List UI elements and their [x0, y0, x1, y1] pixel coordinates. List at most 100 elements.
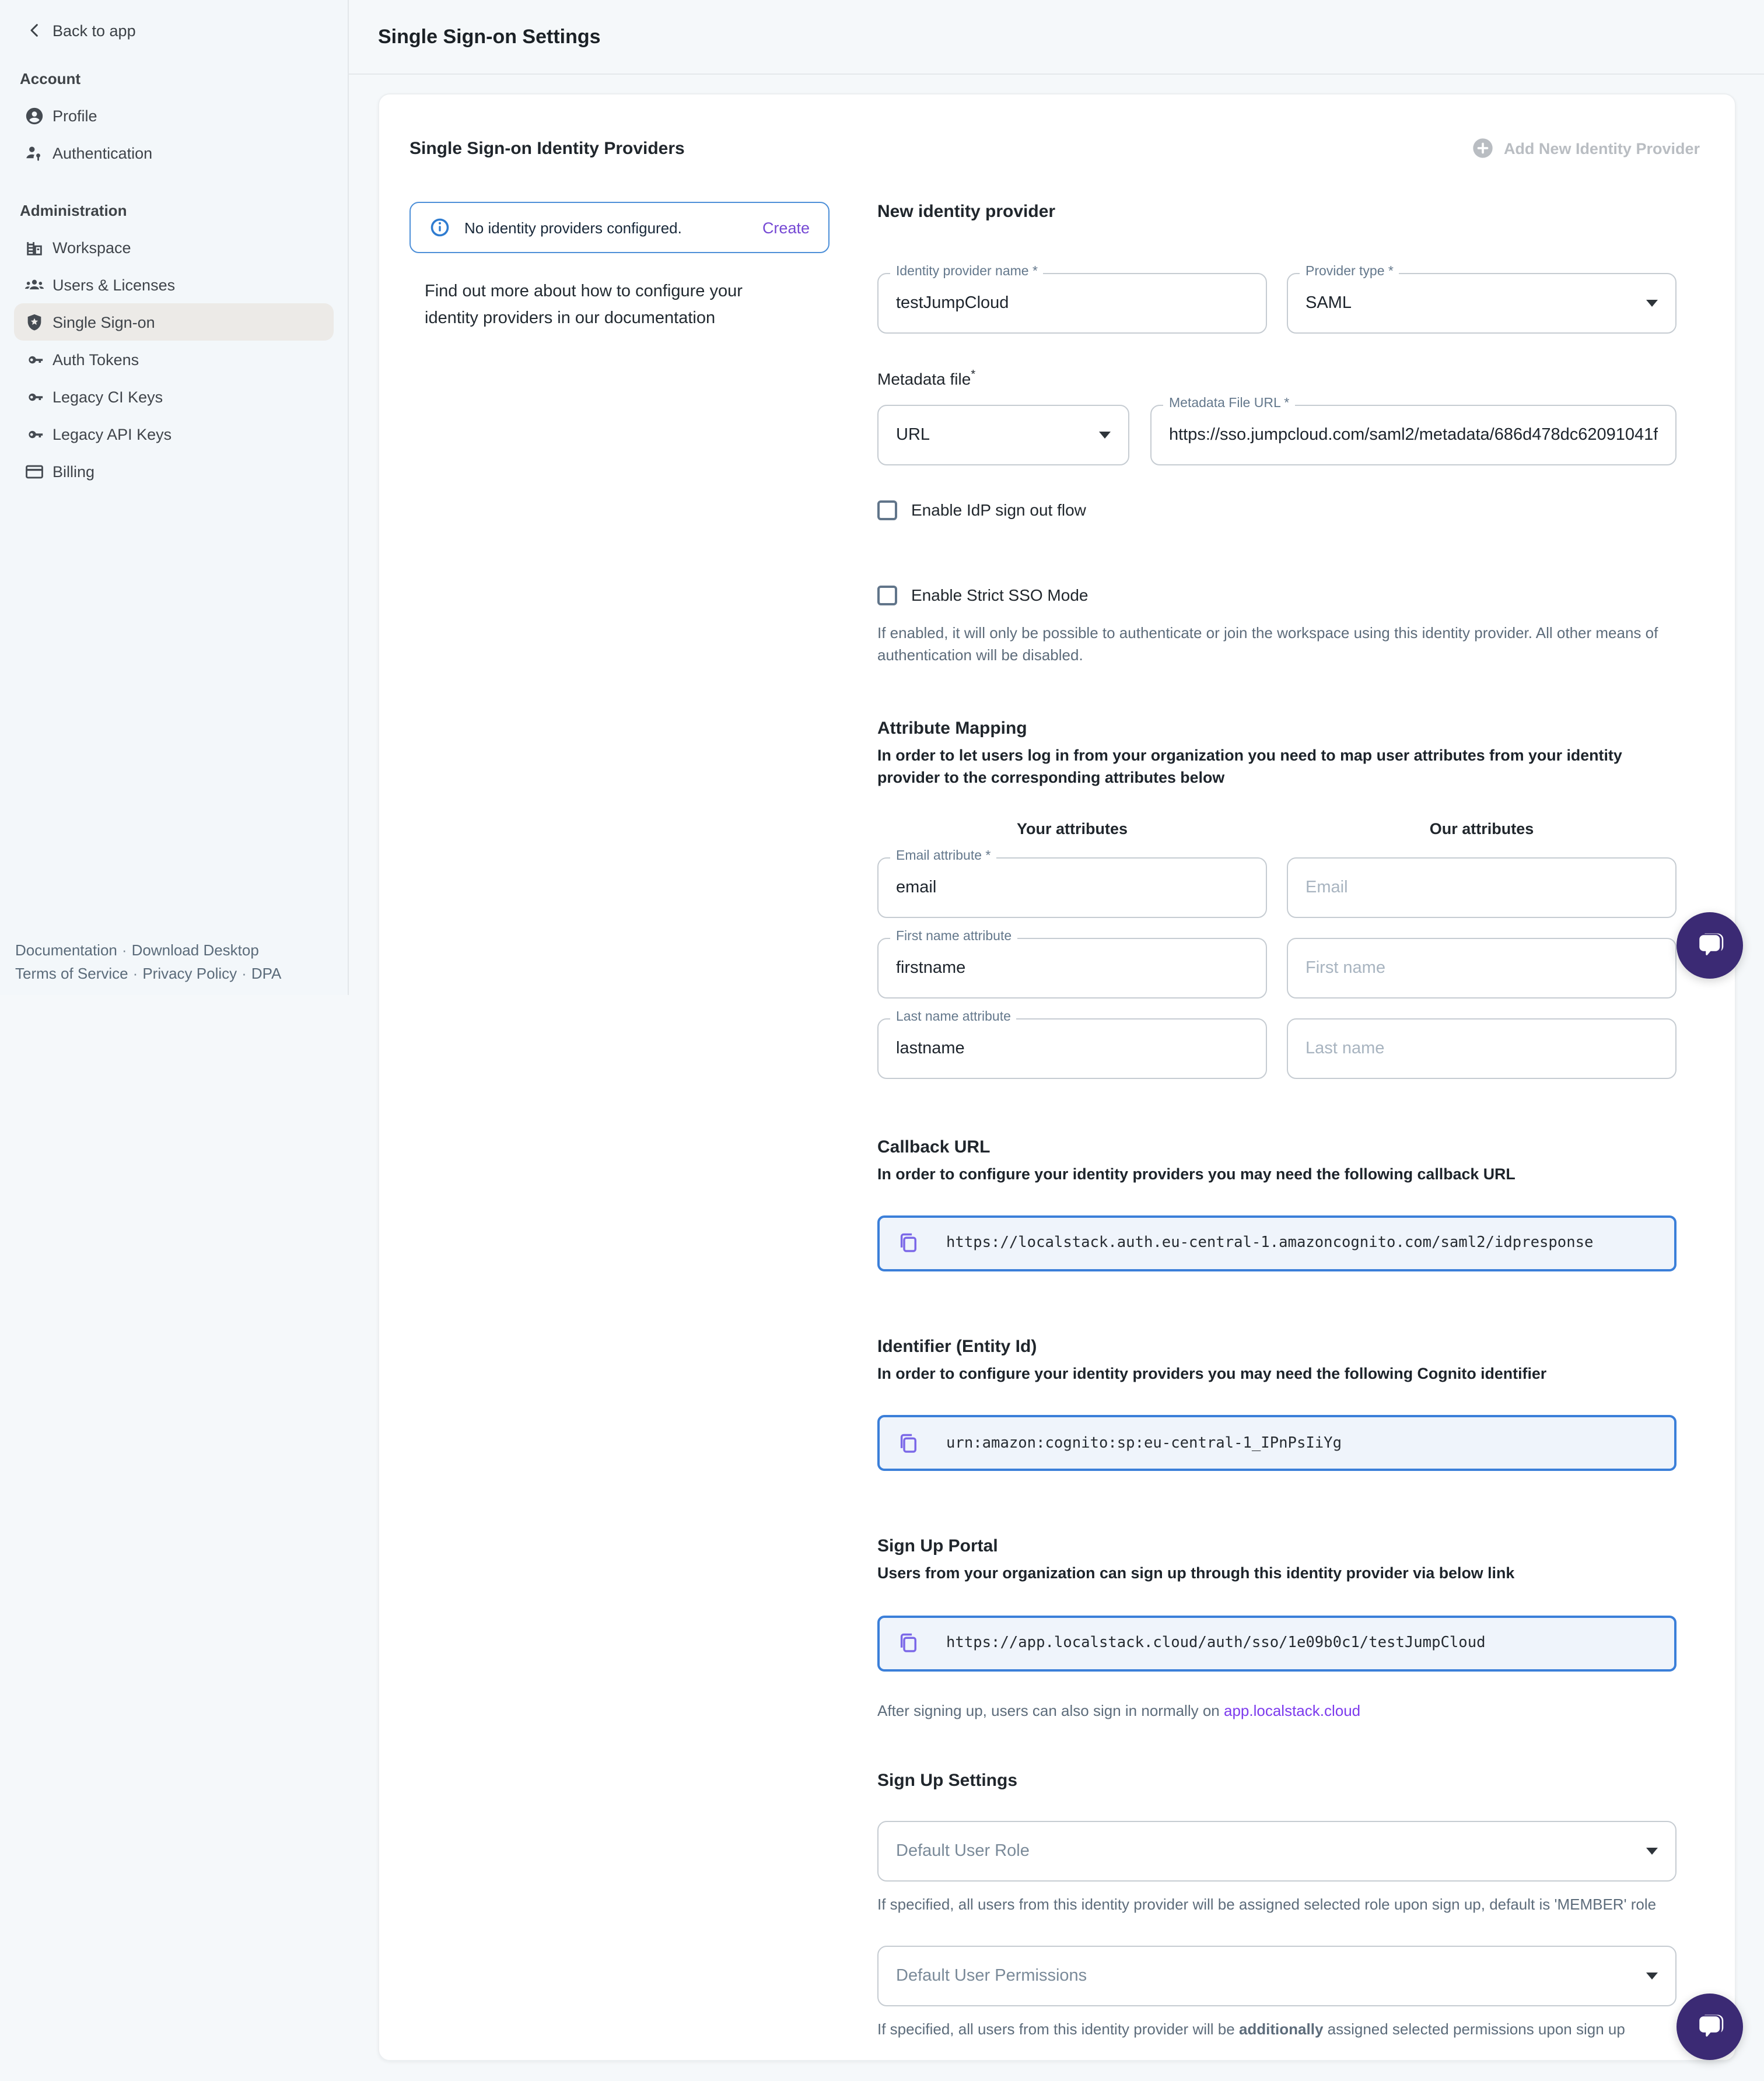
- link-dpa[interactable]: DPA: [251, 965, 282, 982]
- signup-portal-copy-box[interactable]: https://app.localstack.cloud/auth/sso/1e…: [877, 1616, 1676, 1672]
- sidebar-item-legacy-ci-keys[interactable]: Legacy CI Keys: [14, 378, 334, 415]
- back-to-app-label: Back to app: [52, 22, 136, 39]
- attribute-row-email: Email attribute *: [877, 857, 1676, 917]
- sidebar-item-label: Billing: [52, 463, 94, 480]
- link-download-desktop[interactable]: Download Desktop: [132, 941, 259, 958]
- identifier-title: Identifier (Entity Id): [877, 1337, 1676, 1357]
- sidebar-item-profile[interactable]: Profile: [14, 97, 334, 134]
- field-label: Provider type *: [1300, 265, 1399, 279]
- add-new-identity-provider-button[interactable]: Add New Identity Provider: [1471, 136, 1700, 160]
- field-label: Metadata File URL *: [1163, 396, 1295, 410]
- callback-url-title: Callback URL: [877, 1137, 1676, 1157]
- attribute-row-firstname: First name attribute: [877, 937, 1676, 998]
- callback-url-copy-box[interactable]: https://localstack.auth.eu-central-1.ama…: [877, 1215, 1676, 1271]
- our-first-name-field[interactable]: [1287, 937, 1676, 998]
- people-group-icon: [24, 275, 44, 295]
- chat-icon: [1692, 928, 1727, 963]
- link-terms[interactable]: Terms of Service: [15, 965, 128, 982]
- sidebar-item-billing[interactable]: Billing: [14, 453, 334, 490]
- topbar: Single Sign-on Settings: [349, 0, 1764, 75]
- alert-message: No identity providers configured.: [464, 219, 748, 236]
- last-name-attribute-field[interactable]: Last name attribute: [877, 1018, 1267, 1078]
- sidebar-item-workspace[interactable]: Workspace: [14, 229, 334, 266]
- sidebar-item-label: Authentication: [52, 144, 152, 162]
- main-area: Single Sign-on Settings Single Sign-on I…: [349, 0, 1764, 2061]
- our-last-name-field[interactable]: [1287, 1018, 1676, 1078]
- chevron-left-icon: [26, 21, 44, 40]
- sidebar-item-label: Workspace: [52, 239, 131, 256]
- chat-icon: [1692, 2009, 1727, 2044]
- attribute-columns-header: Your attributes Our attributes: [877, 819, 1676, 837]
- last-name-attribute-input[interactable]: [878, 1039, 1266, 1057]
- default-user-role-placeholder: Default User Role: [878, 1842, 1047, 1861]
- role-helper-text: If specified, all users from this identi…: [877, 1893, 1676, 1916]
- strict-sso-checkbox-row[interactable]: Enable Strict SSO Mode: [877, 585, 1676, 605]
- default-user-role-select[interactable]: Default User Role: [877, 1821, 1676, 1882]
- sidebar-item-auth-tokens[interactable]: Auth Tokens: [14, 341, 334, 378]
- field-label: Email attribute *: [890, 849, 996, 863]
- shield-star-icon: [24, 312, 44, 332]
- identity-provider-name-input[interactable]: [878, 294, 1266, 313]
- back-to-app-button[interactable]: Back to app: [26, 21, 348, 40]
- sidebar-item-label: Auth Tokens: [52, 351, 139, 368]
- sidebar-item-label: Legacy CI Keys: [52, 388, 163, 405]
- sso-card: Single Sign-on Identity Providers Add Ne…: [378, 93, 1736, 2061]
- sidebar-item-users-licenses[interactable]: Users & Licenses: [14, 266, 334, 303]
- first-name-attribute-input[interactable]: [878, 958, 1266, 977]
- identifier-copy-box[interactable]: urn:amazon:cognito:sp:eu-central-1_IPnPs…: [877, 1416, 1676, 1472]
- sidebar-footer: Documentation · Download Desktop Terms of …: [15, 938, 281, 986]
- chevron-down-icon: [1646, 1848, 1658, 1855]
- sidebar-section-account: Account: [20, 70, 348, 87]
- idp-signout-checkbox-row[interactable]: Enable IdP sign out flow: [877, 500, 1676, 520]
- sidebar-item-authentication[interactable]: Authentication: [14, 134, 334, 171]
- our-last-name-input[interactable]: [1288, 1039, 1675, 1057]
- our-email-field[interactable]: [1287, 857, 1676, 917]
- link-documentation[interactable]: Documentation: [15, 941, 117, 958]
- checkbox-unchecked-icon[interactable]: [877, 585, 897, 605]
- email-attribute-input[interactable]: [878, 878, 1266, 896]
- chevron-down-icon: [1646, 300, 1658, 307]
- metadata-mode-value: URL: [878, 425, 947, 444]
- left-column: No identity providers configured. Create…: [410, 202, 830, 2061]
- field-label: Identity provider name *: [890, 265, 1044, 279]
- metadata-file-url-input[interactable]: [1152, 425, 1675, 444]
- link-privacy[interactable]: Privacy Policy: [142, 965, 237, 982]
- sidebar-item-single-sign-on[interactable]: Single Sign-on: [14, 303, 334, 341]
- chat-widget-button[interactable]: [1676, 912, 1743, 979]
- sidebar-item-label: Profile: [52, 107, 97, 124]
- content: Single Sign-on Identity Providers Add Ne…: [349, 75, 1764, 2061]
- app-localstack-cloud-link[interactable]: app.localstack.cloud: [1224, 1702, 1360, 1719]
- our-first-name-input[interactable]: [1288, 958, 1675, 977]
- credit-card-icon: [24, 461, 44, 481]
- chat-widget-button[interactable]: [1676, 1994, 1743, 2060]
- card-body: No identity providers configured. Create…: [410, 202, 1704, 2061]
- our-attributes-header: Our attributes: [1287, 819, 1676, 837]
- metadata-file-url-field[interactable]: Metadata File URL *: [1150, 404, 1676, 465]
- identity-provider-name-field[interactable]: Identity provider name *: [877, 273, 1267, 334]
- form-heading: New identity provider: [877, 202, 1676, 222]
- signup-portal-description: Users from your organization can sign up…: [877, 1562, 1676, 1585]
- create-button[interactable]: Create: [762, 219, 810, 236]
- signup-portal-title: Sign Up Portal: [877, 1537, 1676, 1557]
- attribute-mapping-description: In order to let users log in from your o…: [877, 744, 1676, 789]
- checkbox-unchecked-icon[interactable]: [877, 500, 897, 520]
- provider-type-value: SAML: [1288, 294, 1369, 313]
- email-attribute-field[interactable]: Email attribute *: [877, 857, 1267, 917]
- additionally-bold: additionally: [1239, 2021, 1323, 2038]
- person-icon: [24, 106, 44, 125]
- sidebar-item-label: Legacy API Keys: [52, 425, 172, 443]
- new-identity-provider-form: New identity provider Identity provider …: [877, 202, 1676, 2061]
- strict-sso-helper-text: If enabled, it will only be possible to …: [877, 621, 1676, 667]
- our-email-input[interactable]: [1288, 878, 1675, 896]
- chevron-down-icon: [1646, 1973, 1658, 1980]
- default-user-permissions-placeholder: Default User Permissions: [878, 1967, 1104, 1986]
- provider-type-select[interactable]: Provider type * SAML: [1287, 273, 1676, 334]
- identifier-description: In order to configure your identity prov…: [877, 1362, 1676, 1385]
- dot-separator: ·: [122, 941, 127, 958]
- default-user-permissions-select[interactable]: Default User Permissions: [877, 1946, 1676, 2007]
- copy-icon: [896, 1431, 921, 1456]
- metadata-mode-select[interactable]: URL: [877, 404, 1129, 465]
- first-name-attribute-field[interactable]: First name attribute: [877, 937, 1267, 998]
- sidebar-item-legacy-api-keys[interactable]: Legacy API Keys: [14, 415, 334, 453]
- page-title: Single Sign-on Settings: [378, 25, 601, 48]
